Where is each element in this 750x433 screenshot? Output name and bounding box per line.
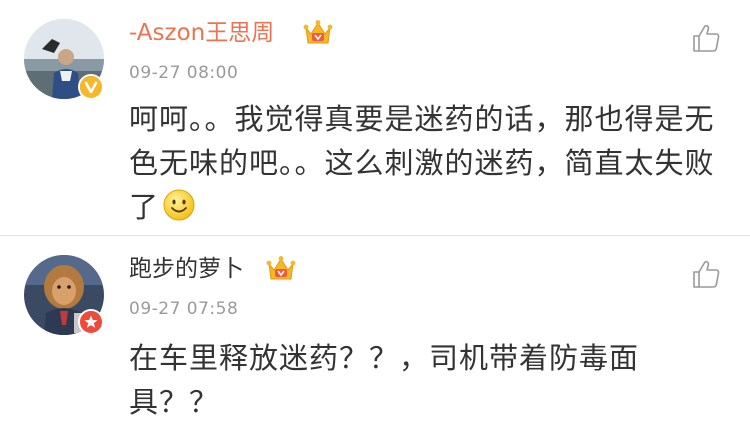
timestamp: 09-27 07:58 (129, 299, 239, 319)
red-star-badge-icon (78, 309, 104, 335)
timestamp: 09-27 08:00 (129, 63, 239, 83)
comment-body: 呵呵。。我觉得真要是迷药的话，那也得是无色无味的吧。。这么刺激的迷药，简直太失败… (129, 102, 715, 224)
like-button[interactable] (690, 258, 722, 290)
thumbs-up-icon (693, 260, 720, 288)
thumbs-up-icon (693, 24, 720, 52)
username[interactable]: 跑步的萝卜 (129, 254, 244, 284)
username[interactable]: -Aszon王思周 (129, 18, 274, 48)
like-button[interactable] (690, 22, 722, 54)
comment-feed: -Aszon王思周 09-27 08:00 呵呵。。我觉得真要是迷药的话，那也得… (0, 0, 750, 433)
comment-item: -Aszon王思周 09-27 08:00 呵呵。。我觉得真要是迷药的话，那也得… (0, 0, 750, 235)
smile-emoji-icon (163, 189, 195, 221)
vip-crown-icon (303, 19, 333, 47)
comment-body: 在车里释放迷药？？，司机带着防毒面具？？ (129, 341, 640, 419)
comment-text: 在车里释放迷药？？，司机带着防毒面具？？ (129, 336, 689, 424)
vip-crown-icon (266, 255, 296, 283)
comment-text: 呵呵。。我觉得真要是迷药的话，那也得是无色无味的吧。。这么刺激的迷药，简直太失败… (129, 97, 719, 229)
verified-v-badge-icon (78, 74, 104, 100)
comment-item: 跑步的萝卜 09-27 07:58 在车里释放迷药？？，司机带着防毒面具？？ (0, 236, 750, 433)
